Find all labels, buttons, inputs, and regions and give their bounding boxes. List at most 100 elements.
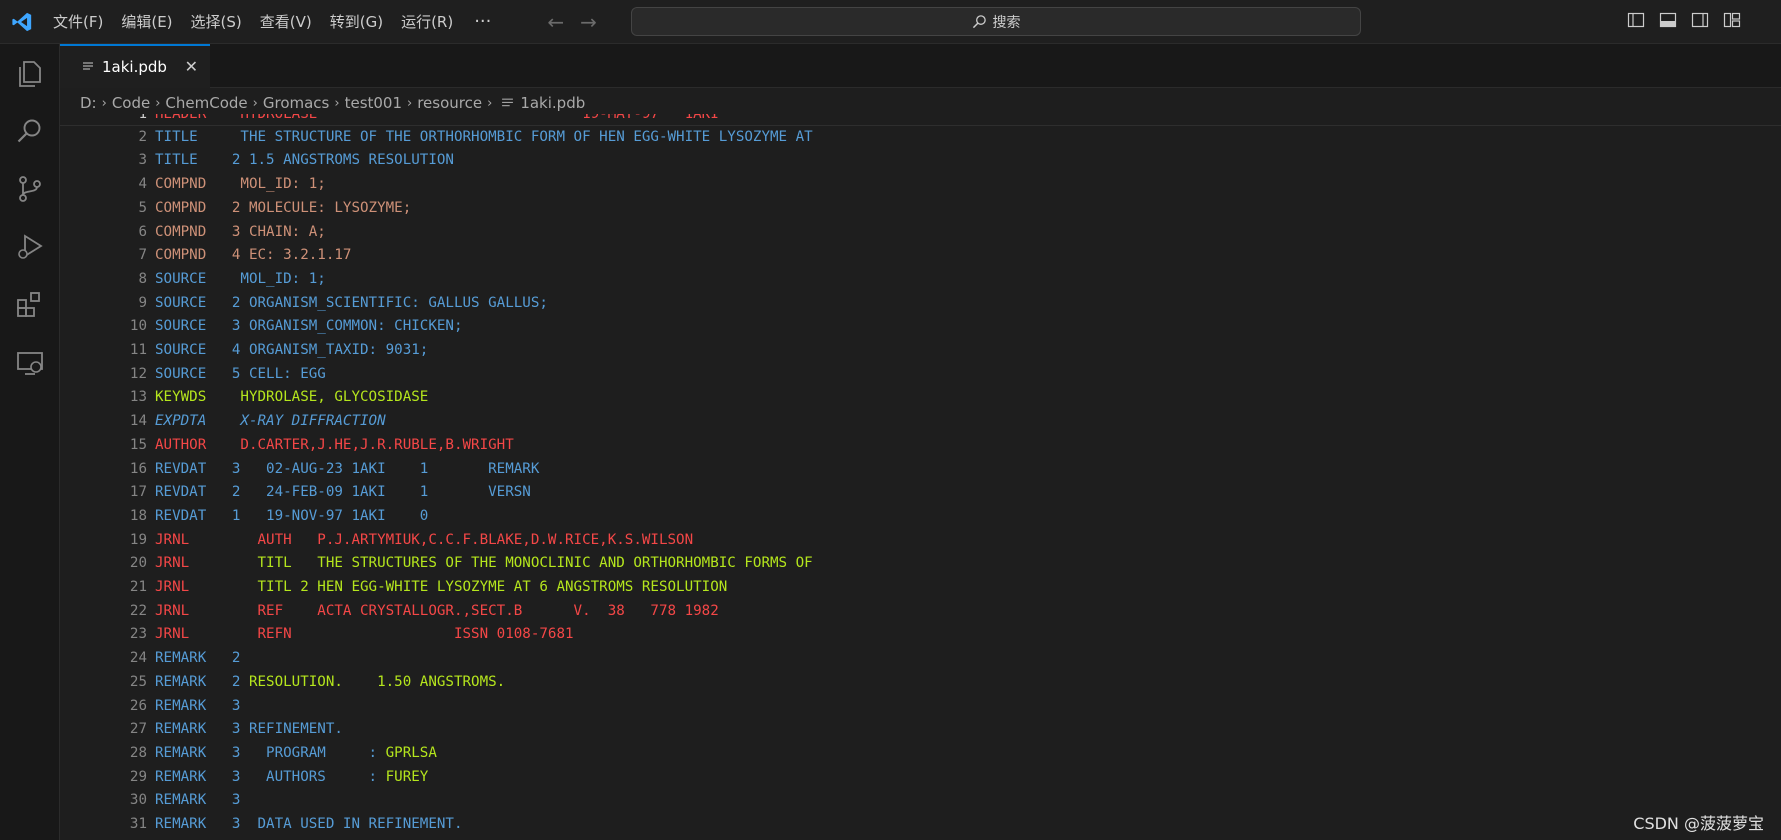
line-text: JRNL REFN ISSN 0108-7681 <box>155 623 574 647</box>
back-arrow-icon[interactable]: ← <box>547 10 564 34</box>
code-line[interactable]: 1 HEADER HYDROLASE 19-MAY-97 1AKI <box>60 114 1781 126</box>
code-line[interactable]: 13 KEYWDS HYDROLASE, GLYCOSIDASE <box>60 386 1781 410</box>
tab-1aki-pdb[interactable]: 1aki.pdb ✕ <box>60 44 210 88</box>
code-line[interactable]: 10 SOURCE 3 ORGANISM_COMMON: CHICKEN; <box>60 315 1781 339</box>
line-text: COMPND 4 EC: 3.2.1.17 <box>155 247 352 264</box>
line-number: 27 <box>129 721 147 738</box>
code-line[interactable]: 26 REMARK 3 <box>60 695 1781 719</box>
line-text: REMARK 3 <box>155 792 241 809</box>
line-number: 22 <box>129 602 147 619</box>
tab-label: 1aki.pdb <box>102 58 167 76</box>
code-line[interactable]: 21 JRNL TITL 2 HEN EGG-WHITE LYSOZYME AT … <box>60 576 1781 600</box>
line-text: COMPND 2 MOLECULE: LYSOZYME; <box>155 199 412 216</box>
code-line[interactable]: 23 JRNL REFN ISSN 0108-7681 <box>60 623 1781 647</box>
customize-layout-icon[interactable] <box>1723 11 1741 29</box>
breadcrumb-file[interactable]: 1aki.pdb <box>520 94 585 112</box>
forward-arrow-icon[interactable]: → <box>580 10 597 34</box>
code-line[interactable]: 3 TITLE 2 1.5 ANGSTROMS RESOLUTION <box>60 149 1781 173</box>
code-line[interactable]: 25 REMARK 2 RESOLUTION. 1.50 ANGSTROMS. <box>60 671 1781 695</box>
menu-edit[interactable]: 编辑(E) <box>112 0 181 44</box>
line-number: 3 <box>138 152 147 169</box>
extensions-icon[interactable] <box>13 288 47 322</box>
line-number: 31 <box>129 816 147 832</box>
explorer-icon[interactable] <box>13 56 47 90</box>
chevron-right-icon: › <box>155 95 161 111</box>
menu-selection[interactable]: 选择(S) <box>182 0 251 44</box>
line-number: 17 <box>129 484 147 501</box>
line-number: 29 <box>129 768 147 785</box>
vscode-logo-icon <box>0 0 44 44</box>
line-text: JRNL REF ACTA CRYSTALLOGR.,SECT.B V. 38 … <box>155 600 719 624</box>
line-text: REMARK 3 REFINEMENT. <box>155 721 343 738</box>
code-line[interactable]: 15 AUTHOR D.CARTER,J.HE,J.R.RUBLE,B.WRIGH… <box>60 434 1781 458</box>
chevron-right-icon: › <box>334 95 340 111</box>
line-number: 16 <box>129 460 147 477</box>
code-line[interactable]: 8 SOURCE MOL_ID: 1; <box>60 268 1781 292</box>
line-number: 7 <box>138 247 147 264</box>
breadcrumb-folder-code[interactable]: Code <box>112 94 150 112</box>
toggle-panel-icon[interactable] <box>1659 11 1677 29</box>
code-line[interactable]: 2 TITLE THE STRUCTURE OF THE ORTHORHOMBIC… <box>60 126 1781 150</box>
menu-file[interactable]: 文件(F) <box>44 0 112 44</box>
code-line[interactable]: 29 REMARK 3 AUTHORS : FUREY <box>60 766 1781 790</box>
chevron-right-icon: › <box>407 95 413 111</box>
menu-go[interactable]: 转到(G) <box>321 0 392 44</box>
menu-view[interactable]: 查看(V) <box>251 0 321 44</box>
code-line[interactable]: 16 REVDAT 3 02-AUG-23 1AKI 1 REMARK <box>60 458 1781 482</box>
line-text: REMARK 3 AUTHORS : FUREY <box>155 766 428 790</box>
breadcrumb: D: › Code › ChemCode › Gromacs › test001… <box>80 92 585 114</box>
code-line[interactable]: 18 REVDAT 1 19-NOV-97 1AKI 0 <box>60 505 1781 529</box>
breadcrumb-folder-resource[interactable]: resource <box>417 94 482 112</box>
code-editor[interactable]: 1 HEADER HYDROLASE 19-MAY-97 1AKI 2 TITLE T… <box>60 114 1781 840</box>
line-number: 19 <box>129 531 147 548</box>
code-line[interactable]: 22 JRNL REF ACTA CRYSTALLOGR.,SECT.B V. 3… <box>60 600 1781 624</box>
line-number: 23 <box>129 626 147 643</box>
activity-bar <box>0 44 60 840</box>
chevron-right-icon: › <box>101 95 107 111</box>
code-line[interactable]: 11 SOURCE 4 ORGANISM_TAXID: 9031; <box>60 339 1781 363</box>
line-text: REVDAT 1 19-NOV-97 1AKI 0 <box>155 507 429 524</box>
line-text: SOURCE 5 CELL: EGG <box>155 365 326 382</box>
toggle-primary-sidebar-icon[interactable] <box>1627 11 1645 29</box>
more-menu-button[interactable]: ··· <box>462 0 503 44</box>
code-line[interactable]: 9 SOURCE 2 ORGANISM_SCIENTIFIC: GALLUS GA… <box>60 292 1781 316</box>
line-number: 28 <box>129 744 147 761</box>
line-number: 6 <box>138 223 147 240</box>
line-text: TITLE 2 1.5 ANGSTROMS RESOLUTION <box>155 152 454 169</box>
search-icon <box>972 15 986 29</box>
code-line[interactable]: 19 JRNL AUTH P.J.ARTYMIUK,C.C.F.BLAKE,D.W… <box>60 529 1781 553</box>
code-line[interactable]: 4 COMPND MOL_ID: 1; <box>60 173 1781 197</box>
line-text: REMARK 3 <box>155 697 241 714</box>
breadcrumb-folder-chemcode[interactable]: ChemCode <box>165 94 247 112</box>
breadcrumb-drive[interactable]: D: <box>80 94 97 112</box>
code-line[interactable]: 27 REMARK 3 REFINEMENT. <box>60 718 1781 742</box>
code-token: JRNL REF ACTA CRYSTALLOGR.,SECT.B V. 38 … <box>155 602 719 619</box>
code-line[interactable]: 17 REVDAT 2 24-FEB-09 1AKI 1 VERSN <box>60 481 1781 505</box>
breadcrumb-folder-gromacs[interactable]: Gromacs <box>263 94 330 112</box>
toggle-secondary-sidebar-icon[interactable] <box>1691 11 1709 29</box>
line-text: COMPND 3 CHAIN: A; <box>155 223 326 240</box>
breadcrumb-folder-test001[interactable]: test001 <box>345 94 402 112</box>
code-line[interactable]: 14 EXPDTA X-RAY DIFFRACTION <box>60 410 1781 434</box>
code-line[interactable]: 31 REMARK 3 DATA USED IN REFINEMENT. <box>60 813 1781 837</box>
run-debug-icon[interactable] <box>13 230 47 264</box>
code-line[interactable]: 7 COMPND 4 EC: 3.2.1.17 <box>60 244 1781 268</box>
command-center-search[interactable]: 搜索 <box>631 7 1361 36</box>
remote-explorer-icon[interactable] <box>13 346 47 380</box>
layout-controls <box>1627 11 1741 29</box>
code-line[interactable]: 24 REMARK 2 <box>60 647 1781 671</box>
line-number: 8 <box>138 270 147 287</box>
code-line[interactable]: 30 REMARK 3 <box>60 789 1781 813</box>
search-icon[interactable] <box>13 114 47 148</box>
code-line[interactable]: 20 JRNL TITL THE STRUCTURES OF THE MONOCL… <box>60 552 1781 576</box>
source-control-icon[interactable] <box>13 172 47 206</box>
code-line[interactable]: 12 SOURCE 5 CELL: EGG <box>60 363 1781 387</box>
line-text: TITLE THE STRUCTURE OF THE ORTHORHOMBIC … <box>155 128 813 145</box>
menu-run[interactable]: 运行(R) <box>392 0 462 44</box>
close-icon[interactable]: ✕ <box>185 57 198 76</box>
code-line[interactable]: 6 COMPND 3 CHAIN: A; <box>60 221 1781 245</box>
line-text: KEYWDS HYDROLASE, GLYCOSIDASE <box>155 389 429 406</box>
code-line[interactable]: 5 COMPND 2 MOLECULE: LYSOZYME; <box>60 197 1781 221</box>
code-token: JRNL <box>155 555 258 572</box>
code-line[interactable]: 28 REMARK 3 PROGRAM : GPRLSA <box>60 742 1781 766</box>
